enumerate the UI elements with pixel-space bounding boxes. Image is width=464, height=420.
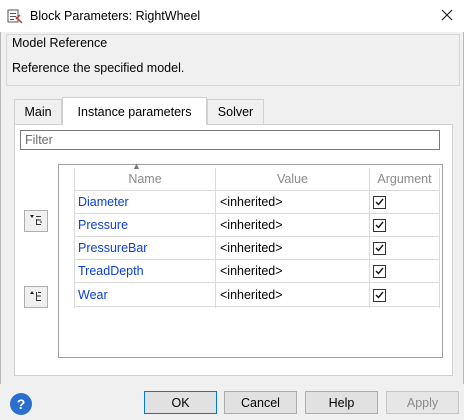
check-icon (373, 218, 386, 232)
promote-parameter-button[interactable] (24, 210, 48, 232)
window-title: Block Parameters: RightWheel (30, 9, 201, 23)
simulink-block-icon (7, 8, 23, 24)
tab-instance-parameters[interactable]: Instance parameters (62, 97, 207, 125)
promote-parameter-icon (29, 214, 43, 229)
column-header-name[interactable]: Name (75, 168, 215, 190)
argument-checkbox[interactable] (373, 284, 386, 306)
parameter-name[interactable]: TreadDepth (78, 260, 144, 282)
parameter-value[interactable]: <inherited> (220, 260, 283, 282)
argument-checkbox[interactable] (373, 191, 386, 213)
help-icon[interactable]: ? (10, 393, 32, 415)
demote-parameter-button[interactable] (24, 286, 48, 308)
group-description: Reference the specified model. (12, 61, 185, 75)
parameter-value[interactable]: <inherited> (220, 191, 283, 213)
cancel-button[interactable]: Cancel (224, 391, 297, 414)
filter-input[interactable] (20, 130, 440, 150)
argument-checkbox[interactable] (373, 260, 386, 282)
check-icon (373, 241, 386, 255)
parameter-name[interactable]: Wear (78, 284, 108, 306)
group-title: Model Reference (12, 36, 108, 50)
tab-main[interactable]: Main (14, 99, 62, 124)
row-divider (74, 282, 440, 283)
parameter-name[interactable]: Pressure (78, 214, 128, 236)
argument-checkbox[interactable] (373, 237, 386, 259)
check-icon (373, 195, 386, 209)
tab-solver[interactable]: Solver (207, 99, 264, 124)
check-icon (373, 264, 386, 278)
close-icon[interactable] (437, 5, 457, 25)
parameter-value[interactable]: <inherited> (220, 237, 283, 259)
argument-checkbox[interactable] (373, 214, 386, 236)
parameter-value[interactable]: <inherited> (220, 284, 283, 306)
parameter-name[interactable]: PressureBar (78, 237, 147, 259)
row-divider (74, 306, 440, 307)
ok-button[interactable]: OK (144, 391, 217, 414)
demote-parameter-icon (29, 290, 43, 305)
column-header-argument[interactable]: Argument (370, 168, 439, 190)
column-header-value[interactable]: Value (216, 168, 369, 190)
help-button[interactable]: Help (305, 391, 378, 414)
apply-button[interactable]: Apply (386, 391, 459, 414)
check-icon (373, 288, 386, 302)
parameter-value[interactable]: <inherited> (220, 214, 283, 236)
column-divider-end (439, 168, 440, 308)
parameter-name[interactable]: Diameter (78, 191, 129, 213)
